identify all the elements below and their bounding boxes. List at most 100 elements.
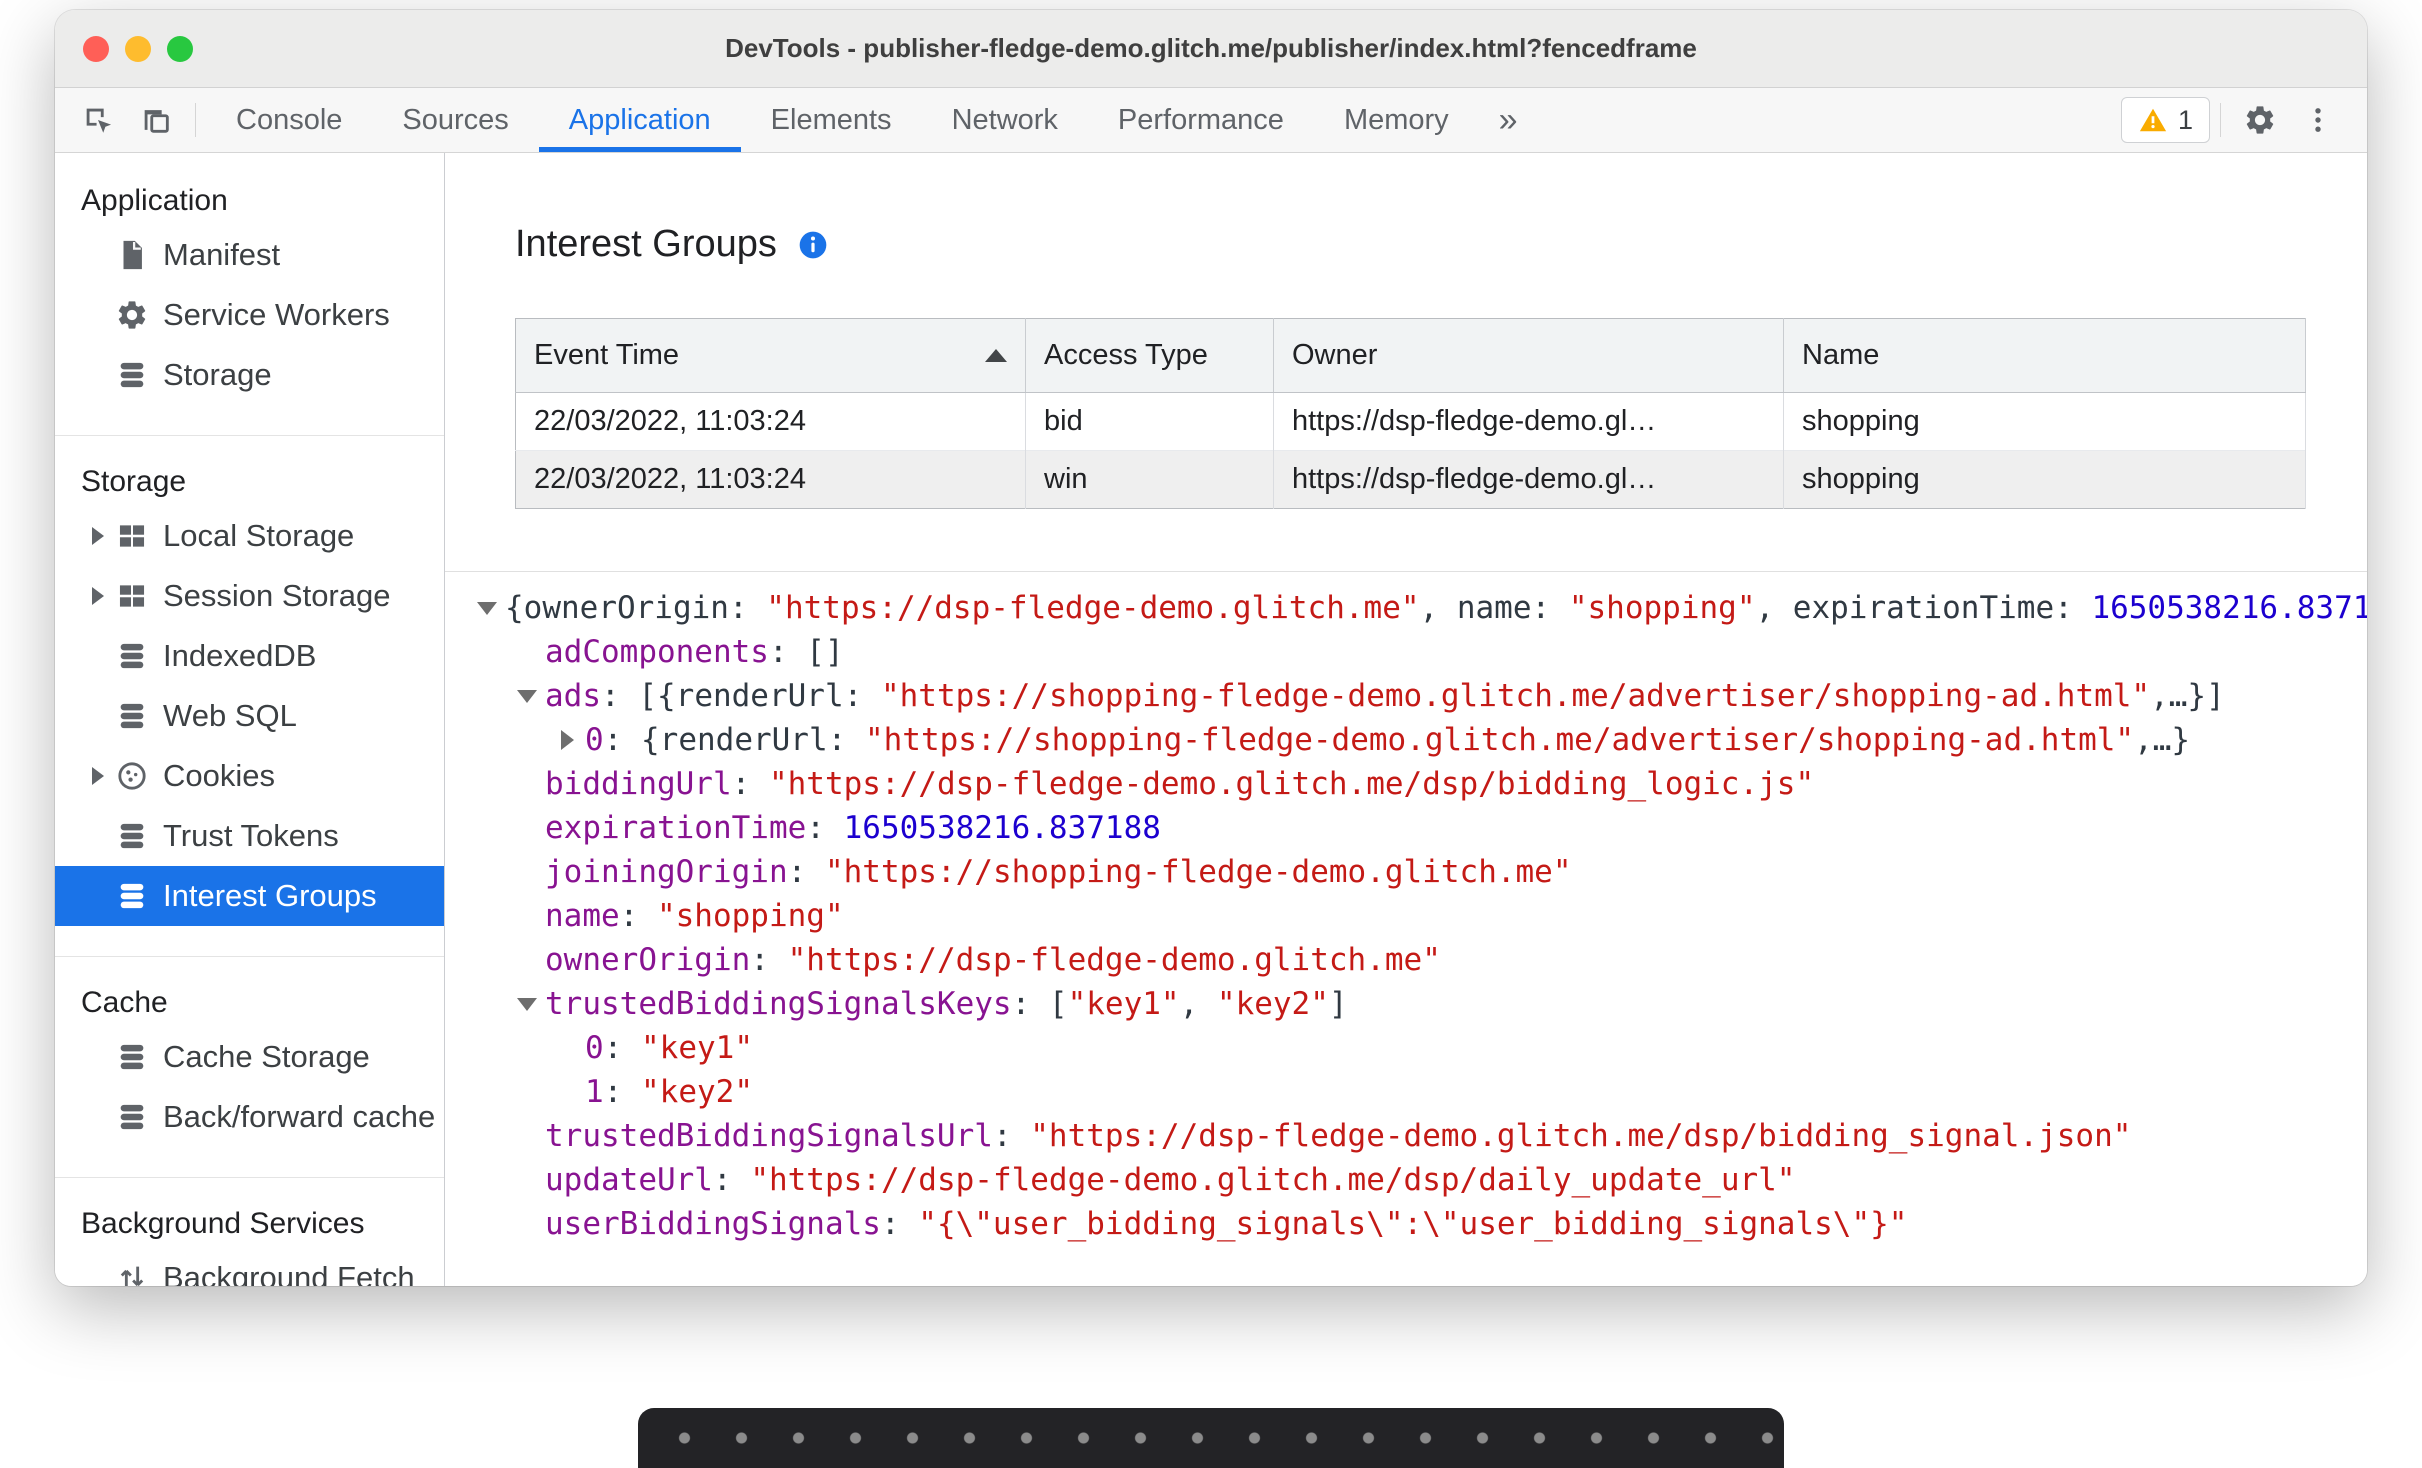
table-row[interactable]: 22/03/2022, 11:03:24 win https://dsp-fledg… [515, 450, 2306, 509]
token-plain: , [1179, 986, 1217, 1022]
token-string: "https://shopping-fledge-demo.glitch.me" [824, 854, 1572, 890]
tree-line[interactable]: ads: [{renderUrl: "https://shopping-fled… [469, 674, 2367, 718]
sidebar-item-label: Trust Tokens [163, 818, 339, 853]
tab-console[interactable]: Console [206, 88, 372, 152]
database-icon [115, 1040, 149, 1074]
token-plain: : {renderUrl: [603, 722, 865, 758]
database-icon [115, 699, 149, 733]
sidebar-item-back-forward-cache[interactable]: Back/forward cache [55, 1087, 444, 1147]
object-tree: {ownerOrigin: "https://dsp-fledge-demo.g… [469, 586, 2367, 1246]
info-icon[interactable] [797, 229, 829, 261]
column-label: Event Time [534, 339, 680, 371]
table-cell: bid [1025, 392, 1274, 451]
sidebar-item-label: Service Workers [163, 297, 390, 332]
token-plain: ,…} [2134, 722, 2191, 758]
column-header-name[interactable]: Name [1783, 318, 2306, 393]
sidebar-item-label: Back/forward cache [163, 1099, 436, 1134]
sidebar-item-interest-groups[interactable]: Interest Groups [55, 866, 444, 926]
kebab-menu-icon[interactable] [2289, 88, 2347, 152]
column-header-event-time[interactable]: Event Time [515, 318, 1026, 393]
database-icon [115, 358, 149, 392]
expand-arrow-icon[interactable] [549, 730, 585, 750]
pane-title-row: Interest Groups [515, 223, 2367, 266]
tree-line[interactable]: 0: {renderUrl: "https://shopping-fledge-… [469, 718, 2367, 762]
token-string: "key1" [1067, 986, 1180, 1022]
column-header-access-type[interactable]: Access Type [1025, 318, 1274, 393]
document-icon [115, 238, 149, 272]
warnings-badge[interactable]: 1 [2120, 97, 2210, 143]
sidebar-item-label: Storage [163, 357, 272, 392]
token-key: 1 [585, 1074, 604, 1110]
token-key: 0 [585, 1030, 604, 1066]
token-key: name [545, 898, 620, 934]
tab-elements[interactable]: Elements [741, 88, 922, 152]
sidebar-item-trust-tokens[interactable]: Trust Tokens [55, 806, 444, 866]
tab-application[interactable]: Application [538, 88, 741, 152]
application-sidebar: Application Manifest Service Workers Storag… [55, 153, 445, 1286]
token-plain: , name: [1419, 590, 1569, 626]
tree-line[interactable]: biddingUrl: "https://dsp-fledge-demo.gli… [469, 762, 2367, 806]
sidebar-item-session-storage[interactable]: Session Storage [55, 566, 444, 626]
token-plain: : [806, 810, 844, 846]
sidebar-item-indexeddb[interactable]: IndexedDB [55, 626, 444, 686]
tree-line[interactable]: trustedBiddingSignalsKeys: ["key1", "key… [469, 982, 2367, 1026]
device-toolbar-icon[interactable] [127, 88, 185, 152]
sidebar-item-cache-storage[interactable]: Cache Storage [55, 1027, 444, 1087]
tab-memory[interactable]: Memory [1314, 88, 1479, 152]
expand-arrow-icon[interactable] [81, 587, 115, 605]
tree-line[interactable]: expirationTime: 1650538216.837188 [469, 806, 2367, 850]
token-number: 1650538216.837188 [843, 810, 1161, 846]
sidebar-item-storage[interactable]: Storage [55, 345, 444, 405]
table-body: 22/03/2022, 11:03:24 bid https://dsp-fledg… [515, 392, 2306, 509]
collapse-arrow-icon[interactable] [509, 997, 545, 1011]
sidebar-item-web-sql[interactable]: Web SQL [55, 686, 444, 746]
cookie-icon [115, 759, 149, 793]
tree-line[interactable]: updateUrl: "https://dsp-fledge-demo.glit… [469, 1158, 2367, 1202]
toolbar-spacer [1538, 88, 2121, 152]
inspect-cursor-icon[interactable] [69, 88, 127, 152]
token-key: biddingUrl [545, 766, 732, 802]
tab-performance[interactable]: Performance [1088, 88, 1314, 152]
gear-icon[interactable] [2231, 88, 2289, 152]
table-row[interactable]: 22/03/2022, 11:03:24 bid https://dsp-fledg… [515, 392, 2306, 451]
token-plain: : [619, 898, 657, 934]
sidebar-item-service-workers[interactable]: Service Workers [55, 285, 444, 345]
database-icon [115, 1100, 149, 1134]
token-key: ownerOrigin [545, 942, 751, 978]
collapse-arrow-icon[interactable] [469, 601, 505, 615]
token-number: 1650538216.837188 [2091, 590, 2367, 626]
token-string: "key2" [1216, 986, 1329, 1022]
tab-network[interactable]: Network [922, 88, 1088, 152]
more-tabs-chevron[interactable]: » [1479, 88, 1538, 152]
collapse-arrow-icon[interactable] [509, 689, 545, 703]
tab-sources[interactable]: Sources [372, 88, 538, 152]
sidebar-item-label: Web SQL [163, 698, 297, 733]
tree-line[interactable]: ownerOrigin: "https://dsp-fledge-demo.gl… [469, 938, 2367, 982]
tree-line[interactable]: joiningOrigin: "https://shopping-fledge-… [469, 850, 2367, 894]
sidebar-item-local-storage[interactable]: Local Storage [55, 506, 444, 566]
tree-line[interactable]: userBiddingSignals: "{\"user_bidding_sig… [469, 1202, 2367, 1246]
page-title: Interest Groups [515, 223, 777, 265]
tree-line[interactable]: 1: "key2" [469, 1070, 2367, 1114]
sidebar-item-label: IndexedDB [163, 638, 317, 673]
token-plain: : [{renderUrl: [601, 678, 881, 714]
token-string: "https://dsp-fledge-demo.glitch.me/dsp/b… [1030, 1118, 2132, 1154]
table-cell: win [1025, 450, 1274, 509]
tree-line[interactable]: adComponents: [] [469, 630, 2367, 674]
token-plain: {ownerOrigin: [505, 590, 767, 626]
tree-line[interactable]: name: "shopping" [469, 894, 2367, 938]
token-key: userBiddingSignals [545, 1206, 881, 1242]
sidebar-section-storage: Storage Local Storage Session Storage Index… [55, 435, 444, 956]
sidebar-item-manifest[interactable]: Manifest [55, 225, 444, 285]
tree-line[interactable]: {ownerOrigin: "https://dsp-fledge-demo.g… [469, 586, 2367, 630]
sidebar-item-cookies[interactable]: Cookies [55, 746, 444, 806]
expand-arrow-icon[interactable] [81, 767, 115, 785]
sidebar-item-background-fetch[interactable]: Background Fetch [55, 1248, 444, 1286]
token-string: "https://dsp-fledge-demo.glitch.me/dsp/d… [750, 1162, 1796, 1198]
tree-line[interactable]: trustedBiddingSignalsUrl: "https://dsp-f… [469, 1114, 2367, 1158]
expand-arrow-icon[interactable] [81, 527, 115, 545]
tree-line[interactable]: 0: "key1" [469, 1026, 2367, 1070]
token-string: "https://dsp-fledge-demo.glitch.me/dsp/b… [768, 766, 1815, 802]
toolbar-separator [195, 103, 196, 137]
column-header-owner[interactable]: Owner [1273, 318, 1784, 393]
